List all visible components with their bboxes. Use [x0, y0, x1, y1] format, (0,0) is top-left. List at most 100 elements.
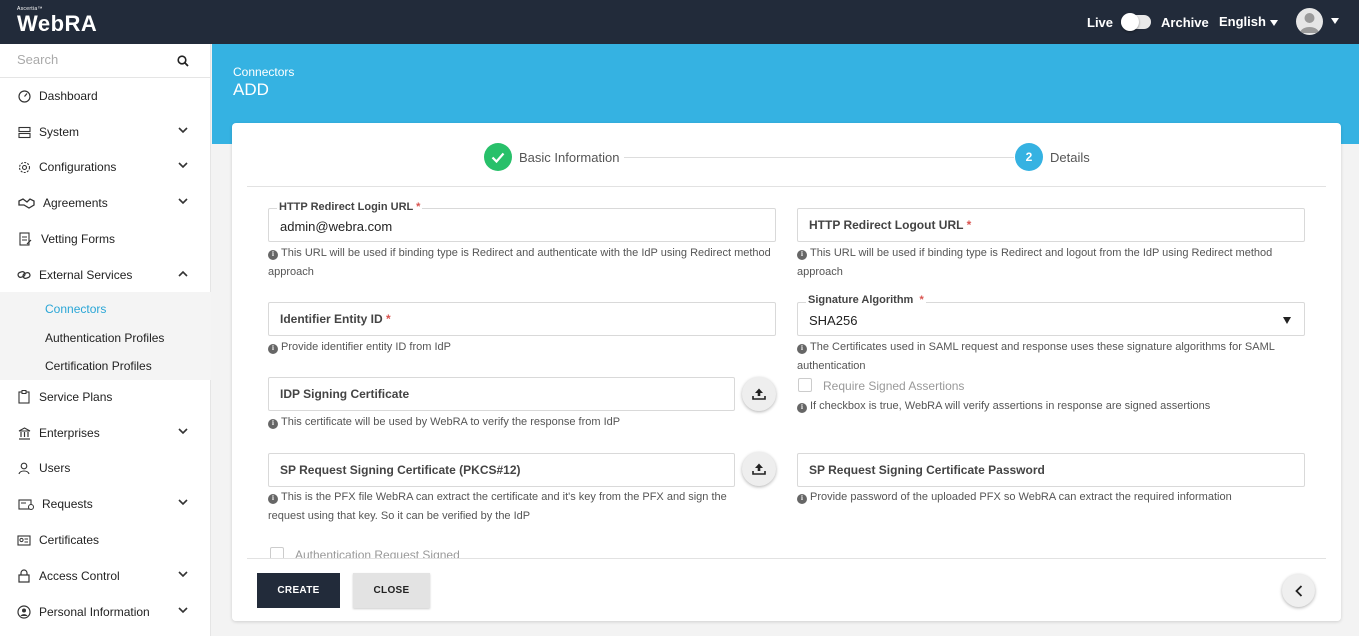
sp-cert-upload-button[interactable] — [742, 452, 776, 486]
submenu-item-connectors[interactable]: Connectors — [45, 302, 106, 316]
sidebar-item-certificates[interactable]: Certificates — [0, 523, 211, 557]
external-services-submenu: Connectors Authentication Profiles Certi… — [0, 292, 211, 380]
sidebar-item-system[interactable]: System — [0, 115, 211, 149]
logout-url-label: HTTP Redirect Logout URL * — [809, 218, 972, 232]
step-1-complete[interactable] — [484, 143, 512, 171]
chevron-down-icon — [178, 162, 188, 169]
page-title: ADD — [233, 80, 269, 99]
info-icon: i — [797, 402, 807, 413]
close-button[interactable]: CLOSE — [353, 573, 430, 608]
idp-cert-hint: i This certificate will be used by WebRA … — [268, 413, 776, 432]
signature-algorithm-select[interactable]: SHA256 — [797, 302, 1305, 336]
entity-id-hint: i Provide identifier entity ID from IdP — [268, 338, 776, 357]
sidebar-item-personal-information[interactable]: Personal Information — [0, 595, 211, 629]
sidebar-item-label: Requests — [42, 497, 93, 511]
sidebar-item-requests[interactable]: Requests — [0, 487, 211, 521]
server-icon — [17, 125, 31, 139]
login-url-label: HTTP Redirect Login URL * — [277, 201, 423, 213]
entity-id-label: Identifier Entity ID * — [280, 312, 391, 326]
signature-algorithm-value: SHA256 — [809, 313, 858, 328]
sidebar-item-label: Certificates — [39, 533, 100, 547]
dashboard-icon — [17, 89, 31, 103]
info-icon: i — [797, 343, 807, 354]
login-url-value: admin@webra.com — [280, 219, 393, 234]
idp-cert-field[interactable]: IDP Signing Certificate — [268, 377, 735, 411]
sidebar-item-users[interactable]: Users — [0, 451, 211, 485]
user-icon — [17, 461, 31, 475]
sidebar-item-vetting-forms[interactable]: Vetting Forms — [0, 222, 211, 256]
sidebar-search — [0, 44, 211, 78]
sidebar-item-configurations[interactable]: Configurations — [0, 150, 211, 184]
sp-password-label: SP Request Signing Certificate Password — [809, 463, 1045, 477]
info-icon: i — [268, 493, 278, 504]
sidebar: Dashboard System Configurations Agreemen… — [0, 44, 211, 636]
live-archive-switch: Live Archive — [1087, 13, 1209, 31]
login-url-hint: i This URL will be used if binding type i… — [268, 247, 771, 278]
step-2-label: Details — [1050, 150, 1090, 165]
sidebar-item-label: Vetting Forms — [41, 232, 116, 246]
sp-password-field[interactable]: SP Request Signing Certificate Password — [797, 453, 1305, 487]
person-icon — [17, 605, 31, 619]
require-signed-assertions-checkbox[interactable] — [798, 378, 812, 392]
signature-algorithm-hint: i The Certificates used in SAML request a… — [797, 341, 1275, 372]
language-label: English — [1219, 14, 1266, 29]
chevron-left-icon — [1294, 584, 1302, 597]
live-archive-toggle[interactable] — [1121, 13, 1152, 31]
step-1-label: Basic Information — [519, 150, 620, 165]
back-button[interactable] — [1282, 574, 1315, 607]
plan-icon — [17, 390, 31, 404]
require-signed-assertions-label: Require Signed Assertions — [823, 379, 965, 393]
create-button[interactable]: CREATE — [257, 573, 340, 608]
dropdown-caret-icon — [1283, 317, 1291, 324]
chevron-down-icon — [178, 198, 188, 205]
sp-cert-field[interactable]: SP Request Signing Certificate (PKCS#12) — [268, 453, 735, 487]
chevron-down-icon — [1269, 19, 1278, 26]
lock-icon — [17, 569, 31, 583]
sidebar-item-external-services[interactable]: External Services — [0, 258, 211, 292]
certificate-icon — [17, 533, 31, 547]
sidebar-item-label: Service Plans — [39, 390, 113, 404]
sidebar-item-enterprises[interactable]: Enterprises — [0, 416, 211, 450]
sidebar-item-dashboard[interactable]: Dashboard — [0, 79, 211, 113]
search-input[interactable] — [17, 52, 167, 67]
brand-logo[interactable]: Ascertia™ WebRA — [17, 6, 97, 36]
logout-url-hint: i This URL will be used if binding type i… — [797, 247, 1273, 278]
bank-icon — [17, 426, 31, 440]
form-icon — [17, 232, 33, 246]
login-url-field[interactable]: admin@webra.com — [268, 208, 776, 242]
live-label: Live — [1087, 14, 1114, 30]
logout-url-field[interactable]: HTTP Redirect Logout URL * — [797, 208, 1305, 242]
require-signed-assertions-hint: i If checkbox is true, WebRA will verify … — [797, 397, 1297, 416]
sidebar-item-label: Users — [39, 461, 71, 475]
sidebar-item-service-plans[interactable]: Service Plans — [0, 380, 211, 414]
upload-icon — [752, 388, 766, 400]
handshake-icon — [17, 196, 35, 210]
stepper-divider — [247, 186, 1326, 187]
idp-cert-upload-button[interactable] — [742, 377, 776, 411]
search-icon[interactable] — [177, 55, 189, 67]
sidebar-item-label: System — [39, 125, 80, 139]
gear-icon — [17, 160, 31, 174]
avatar[interactable] — [1296, 8, 1323, 35]
breadcrumb[interactable]: Connectors — [233, 65, 294, 79]
submenu-item-authentication-profiles[interactable]: Authentication Profiles — [45, 331, 164, 345]
info-icon: i — [268, 418, 278, 429]
upload-icon — [752, 463, 766, 475]
chevron-down-icon — [178, 607, 188, 614]
brand-name: WebRA — [17, 11, 98, 36]
info-icon: i — [268, 343, 278, 354]
step-2-current[interactable]: 2 — [1015, 143, 1043, 171]
submenu-item-certification-profiles[interactable]: Certification Profiles — [45, 359, 152, 373]
sidebar-item-agreements[interactable]: Agreements — [0, 186, 211, 220]
chevron-down-icon — [178, 127, 188, 134]
sidebar-item-access-control[interactable]: Access Control — [0, 559, 211, 593]
language-selector[interactable]: English — [1219, 14, 1278, 29]
entity-id-field[interactable]: Identifier Entity ID * — [268, 302, 776, 336]
info-icon: i — [797, 249, 807, 260]
avatar-chevron-down-icon[interactable] — [1331, 18, 1339, 24]
sidebar-item-label: Configurations — [39, 160, 117, 174]
sp-cert-hint: i This is the PFX file WebRA can extract … — [268, 491, 727, 522]
chevron-down-icon — [178, 571, 188, 578]
archive-label: Archive — [1161, 14, 1209, 30]
sidebar-item-label: Enterprises — [39, 426, 100, 440]
